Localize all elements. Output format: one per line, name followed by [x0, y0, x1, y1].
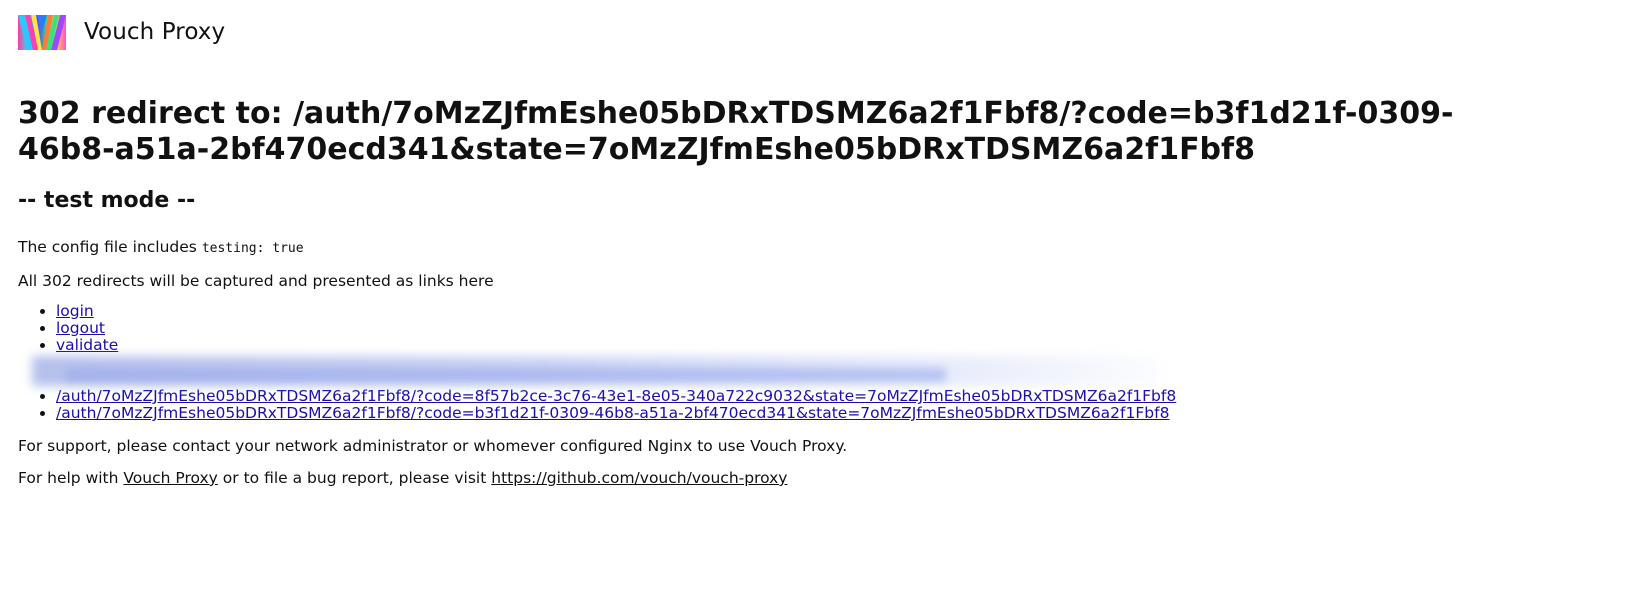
config-code: testing: true — [201, 241, 304, 256]
help-prefix: For help with — [18, 469, 119, 487]
vouch-proxy-logo-icon — [18, 14, 66, 50]
page: Vouch Proxy 302 redirect to: /auth/7oMzZ… — [0, 0, 1646, 600]
list-item: /auth/7oMzZJfmEshe05bDRxTDSMZ6a2f1Fbf8/?… — [56, 405, 1628, 422]
list-item: login — [56, 303, 1628, 320]
github-link[interactable]: https://github.com/vouch/vouch-proxy — [491, 469, 787, 487]
help-note: For help with Vouch Proxy or to file a b… — [18, 468, 1628, 488]
redirect-heading: 302 redirect to: /auth/7oMzZJfmEshe05bDR… — [18, 96, 1454, 167]
redirect-links-list: login logout validate /auth/7oMzZJfmEshe… — [18, 303, 1628, 422]
config-note: The config file includes testing: true — [18, 237, 1628, 259]
login-link[interactable]: login — [56, 302, 94, 320]
logout-link[interactable]: logout — [56, 319, 105, 337]
support-note: For support, please contact your network… — [18, 437, 848, 455]
help-middle: or to file a bug report, please visit — [222, 469, 487, 487]
config-text: The config file includes — [18, 238, 197, 256]
list-item: logout — [56, 320, 1628, 337]
test-mode-heading: -- test mode -- — [18, 188, 196, 213]
list-item: /auth/7oMzZJfmEshe05bDRxTDSMZ6a2f1Fbf8/?… — [56, 388, 1628, 405]
auth-redirect-link-2[interactable]: /auth/7oMzZJfmEshe05bDRxTDSMZ6a2f1Fbf8/?… — [56, 404, 1169, 422]
redacted-blur-second-line — [66, 368, 946, 382]
redacted-link-item — [32, 354, 1628, 388]
validate-link[interactable]: validate — [56, 336, 118, 354]
capture-note: All 302 redirects will be captured and p… — [18, 272, 494, 290]
list-item: validate — [56, 337, 1628, 354]
header: Vouch Proxy — [18, 14, 1628, 50]
app-title: Vouch Proxy — [84, 19, 226, 45]
vouch-proxy-link[interactable]: Vouch Proxy — [123, 469, 217, 487]
auth-redirect-link-1[interactable]: /auth/7oMzZJfmEshe05bDRxTDSMZ6a2f1Fbf8/?… — [56, 387, 1176, 405]
